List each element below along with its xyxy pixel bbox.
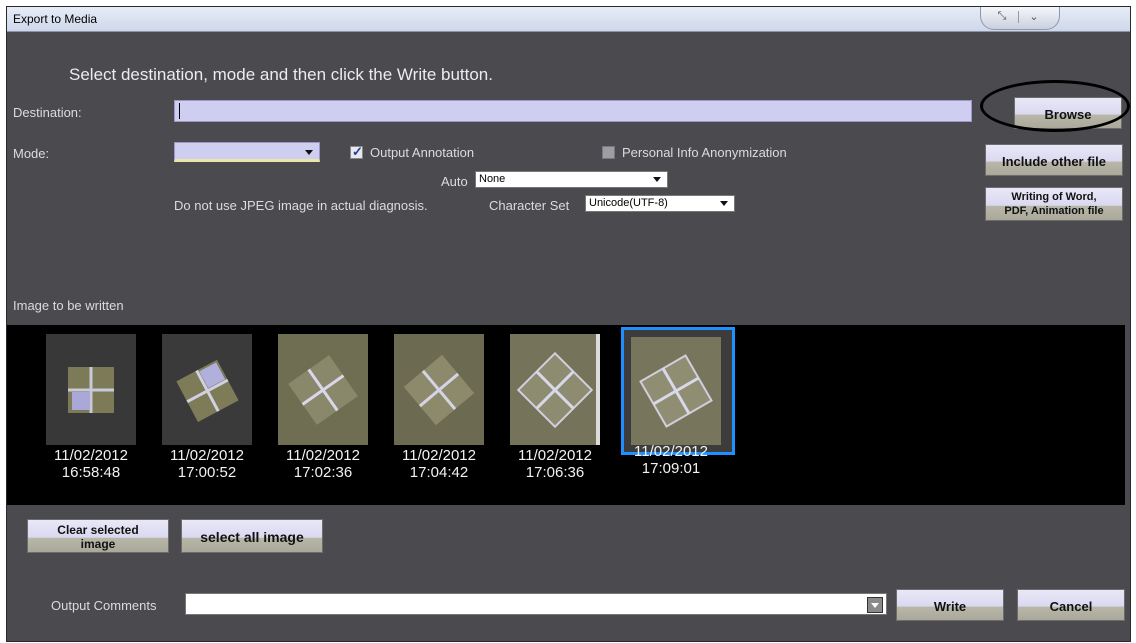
charset-value: Unicode(UTF-8) [589,197,668,209]
images-label: Image to be written [13,298,124,313]
image-date: 11/02/2012 [286,447,360,464]
export-to-media-window: Export to Media ⤡ ⌄ Select destination, … [6,6,1131,642]
image-thumbnail[interactable]: 11/02/2012 16:58:48 [40,325,156,505]
charset-label: Character Set [489,198,570,213]
output-comments-input[interactable] [185,593,887,615]
browse-button[interactable]: Browse [1014,97,1122,129]
jpeg-warning: Do not use JPEG image in actual diagnosi… [174,198,428,213]
mode-label: Mode: [13,146,50,161]
image-time: 17:04:42 [409,464,469,481]
image-time: 17:06:36 [525,464,585,481]
destination-label: Destination: [13,105,82,120]
image-time: 17:09:01 [641,460,701,477]
include-other-file-button[interactable]: Include other file [985,144,1123,176]
thumbnail-picture [162,334,252,445]
image-date: 11/02/2012 [54,447,128,464]
writing-word-pdf-animation-button[interactable]: Writing of Word, PDF, Animation file [985,187,1123,221]
comments-dropdown-icon[interactable] [867,597,883,613]
charset-select[interactable]: Unicode(UTF-8) [585,195,735,212]
image-date: 11/02/2012 [170,447,244,464]
thumbnail-picture [510,334,600,445]
image-thumbnail[interactable]: 11/02/2012 17:06:36 [504,325,620,505]
image-thumbnail[interactable]: 11/02/2012 17:02:36 [272,325,388,505]
output-annotation-label: Output Annotation [370,145,475,160]
output-annotation-checkbox[interactable] [350,144,363,160]
auto-label: Auto [441,174,468,189]
output-comments-label: Output Comments [51,598,157,613]
chevron-down-icon[interactable]: ⌄ [1025,10,1043,23]
auto-value: None [479,173,506,185]
select-all-image-button[interactable]: select all image [181,519,323,553]
image-time: 16:58:48 [61,464,121,481]
image-thumbnail-selected[interactable]: 11/02/2012 17:09:01 [620,325,736,505]
image-strip: 11/02/2012 16:58:48 11/02/2012 17:00:52 … [7,325,1125,505]
image-date: 11/02/2012 [402,447,476,464]
thumbnail-picture [621,327,735,455]
thumbnail-picture [394,334,484,445]
image-thumbnail[interactable]: 11/02/2012 17:00:52 [156,325,272,505]
image-time: 17:00:52 [177,464,237,481]
image-time: 17:02:36 [293,464,353,481]
dropdown-arrow-icon [305,150,313,155]
dropdown-arrow-icon [720,201,728,206]
dropdown-arrow-icon [653,177,661,182]
mode-select[interactable] [174,142,320,162]
window-title: Export to Media [13,12,98,26]
personal-info-label: Personal Info Anonymization [622,145,787,160]
window-controls: ⤡ ⌄ [980,7,1060,30]
thumbnail-picture [46,334,136,445]
control-separator [1018,11,1019,23]
clear-selected-image-button[interactable]: Clear selected image [27,519,169,553]
title-bar: Export to Media ⤡ ⌄ [7,7,1130,32]
image-thumbnail[interactable]: 11/02/2012 17:04:42 [388,325,504,505]
thumbnail-picture [278,334,368,445]
instruction-heading: Select destination, mode and then click … [69,65,493,84]
auto-select[interactable]: None [475,171,668,188]
personal-info-checkbox[interactable] [602,146,615,159]
cancel-button[interactable]: Cancel [1017,589,1125,621]
write-button[interactable]: Write [896,589,1004,621]
image-date: 11/02/2012 [634,443,708,460]
destination-input[interactable] [174,100,972,122]
image-date: 11/02/2012 [518,447,592,464]
restore-icon[interactable]: ⤡ [993,10,1011,23]
